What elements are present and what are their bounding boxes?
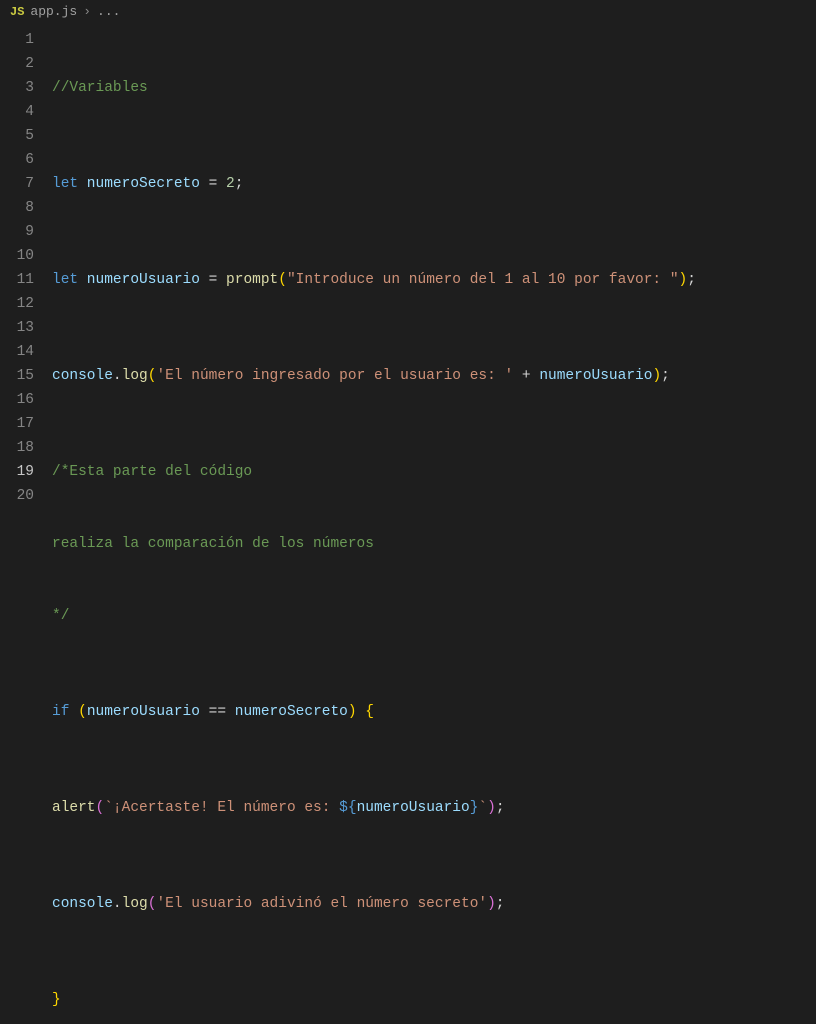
fn-call: log <box>122 368 148 384</box>
line-number-gutter: 1 2 3 4 5 6 7 8 9 10 11 12 13 14 15 16 1… <box>0 28 52 1024</box>
line-number: 12 <box>0 292 34 316</box>
template-expr-open: ${ <box>339 800 356 816</box>
fn-call: alert <box>52 800 96 816</box>
semicolon: ; <box>496 896 505 912</box>
line-number: 4 <box>0 100 34 124</box>
paren-close: ) <box>679 272 688 288</box>
identifier: console <box>52 368 113 384</box>
identifier: numeroUsuario <box>78 272 200 288</box>
string-literal: "Introduce un número del 1 al 10 por fav… <box>287 272 679 288</box>
brace-open: { <box>365 704 374 720</box>
line-number: 15 <box>0 364 34 388</box>
paren-open: ( <box>78 704 87 720</box>
operator: == <box>200 704 235 720</box>
operator: + <box>513 368 539 384</box>
code-line[interactable]: /*Esta parte del código <box>52 460 816 484</box>
comment-text: //Variables <box>52 80 148 96</box>
identifier: numeroSecreto <box>78 176 200 192</box>
code-line[interactable]: if (numeroUsuario == numeroSecreto) { <box>52 700 816 724</box>
template-expr-close: } <box>470 800 479 816</box>
comment-text: realiza la comparación de los números <box>52 536 374 552</box>
identifier: numeroUsuario <box>357 800 470 816</box>
kw-let: let <box>52 176 78 192</box>
space <box>69 704 78 720</box>
line-number: 10 <box>0 244 34 268</box>
semicolon: ; <box>661 368 670 384</box>
semicolon: ; <box>496 800 505 816</box>
operator: = <box>200 176 226 192</box>
code-line[interactable]: alert(`¡Acertaste! El número es: ${numer… <box>52 796 816 820</box>
line-number: 9 <box>0 220 34 244</box>
line-number: 1 <box>0 28 34 52</box>
backtick: ` <box>478 800 487 816</box>
dot: . <box>113 896 122 912</box>
comment-text: /*Esta parte del código <box>52 464 252 480</box>
space <box>357 704 366 720</box>
line-number: 14 <box>0 340 34 364</box>
code-line[interactable]: console.log('El usuario adivinó el númer… <box>52 892 816 916</box>
fn-call: log <box>122 896 148 912</box>
line-number: 19 <box>0 460 34 484</box>
identifier: numeroUsuario <box>87 704 200 720</box>
line-number: 17 <box>0 412 34 436</box>
line-number: 20 <box>0 484 34 508</box>
semicolon: ; <box>687 272 696 288</box>
breadcrumb-ellipsis[interactable]: ... <box>97 0 120 24</box>
dot: . <box>113 368 122 384</box>
paren-open: ( <box>278 272 287 288</box>
line-number: 5 <box>0 124 34 148</box>
paren-close: ) <box>487 800 496 816</box>
paren-close: ) <box>487 896 496 912</box>
chevron-right-icon: › <box>83 0 91 24</box>
code-editor[interactable]: 1 2 3 4 5 6 7 8 9 10 11 12 13 14 15 16 1… <box>0 24 816 1024</box>
kw-let: let <box>52 272 78 288</box>
breadcrumb-filename[interactable]: app.js <box>30 0 77 24</box>
semicolon: ; <box>235 176 244 192</box>
code-line[interactable]: let numeroSecreto = 2; <box>52 172 816 196</box>
line-number: 7 <box>0 172 34 196</box>
line-number: 16 <box>0 388 34 412</box>
breadcrumb[interactable]: JS app.js › ... <box>0 0 816 24</box>
js-file-icon: JS <box>10 0 24 24</box>
line-number: 11 <box>0 268 34 292</box>
code-line[interactable]: } <box>52 988 816 1012</box>
code-area[interactable]: //Variables let numeroSecreto = 2; let n… <box>52 28 816 1024</box>
code-line[interactable]: realiza la comparación de los números <box>52 532 816 556</box>
identifier: numeroSecreto <box>235 704 348 720</box>
paren-close: ) <box>348 704 357 720</box>
paren-open: ( <box>96 800 105 816</box>
backtick: ` <box>104 800 113 816</box>
comment-text: */ <box>52 608 69 624</box>
fn-call: prompt <box>226 272 278 288</box>
code-line[interactable]: //Variables <box>52 76 816 100</box>
line-number: 13 <box>0 316 34 340</box>
code-line[interactable]: let numeroUsuario = prompt("Introduce un… <box>52 268 816 292</box>
string-literal: 'El usuario adivinó el número secreto' <box>156 896 487 912</box>
line-number: 6 <box>0 148 34 172</box>
string-literal: ¡Acertaste! El número es: <box>113 800 339 816</box>
paren-close: ) <box>652 368 661 384</box>
line-number: 18 <box>0 436 34 460</box>
code-line[interactable]: */ <box>52 604 816 628</box>
brace-close: } <box>52 992 61 1008</box>
string-literal: 'El número ingresado por el usuario es: … <box>156 368 513 384</box>
line-number: 8 <box>0 196 34 220</box>
paren-open: ( <box>148 896 157 912</box>
line-number: 3 <box>0 76 34 100</box>
line-number: 2 <box>0 52 34 76</box>
identifier: numeroUsuario <box>539 368 652 384</box>
kw-if: if <box>52 704 69 720</box>
operator: = <box>200 272 226 288</box>
code-line[interactable]: console.log('El número ingresado por el … <box>52 364 816 388</box>
number-literal: 2 <box>226 176 235 192</box>
identifier: console <box>52 896 113 912</box>
